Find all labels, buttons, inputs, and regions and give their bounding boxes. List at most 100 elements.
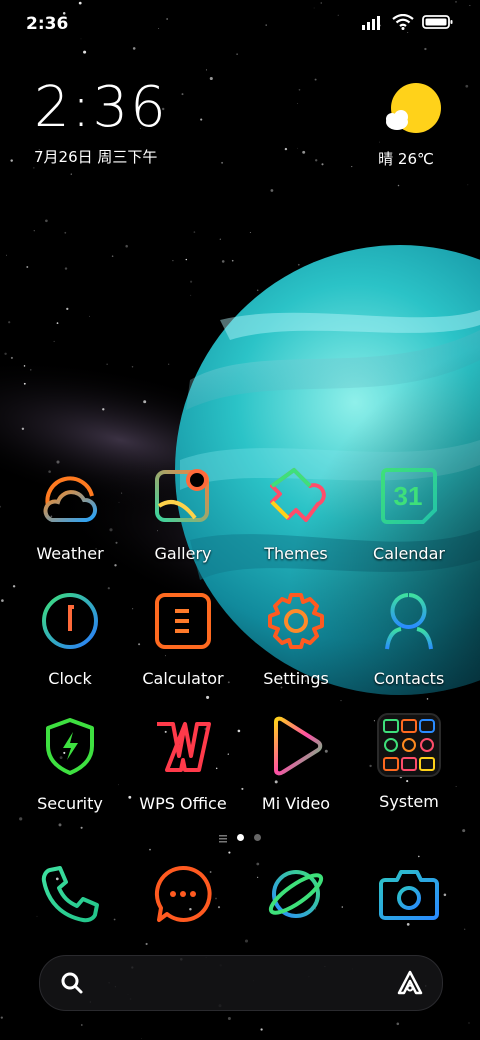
app-label: Security xyxy=(37,794,103,813)
assistant-icon[interactable] xyxy=(396,969,424,997)
star xyxy=(45,219,48,223)
star xyxy=(314,78,317,81)
star xyxy=(113,918,116,921)
star xyxy=(190,280,193,283)
calculator-icon xyxy=(155,593,211,649)
star xyxy=(228,851,231,854)
star xyxy=(66,307,69,311)
star xyxy=(8,321,11,324)
settings-icon xyxy=(268,593,324,649)
star xyxy=(351,166,353,168)
star xyxy=(131,366,134,368)
svg-text:31: 31 xyxy=(394,481,423,511)
star xyxy=(64,231,67,234)
status-bar: 2:36 xyxy=(0,0,480,50)
star xyxy=(102,408,105,411)
star xyxy=(21,427,25,430)
app-weather[interactable]: Weather xyxy=(14,466,126,563)
star xyxy=(244,939,249,943)
security-icon xyxy=(46,718,94,775)
widget-date: 7月26日 周三下午 xyxy=(34,148,158,166)
star xyxy=(145,942,148,946)
clock-icon xyxy=(42,593,98,649)
app-clock[interactable]: Clock xyxy=(14,591,126,688)
star xyxy=(321,163,324,166)
app-themes[interactable]: Themes xyxy=(240,466,352,563)
star xyxy=(1,599,4,602)
app-calendar[interactable]: 31 Calendar xyxy=(353,466,465,563)
star xyxy=(70,173,72,175)
search-icon[interactable] xyxy=(60,971,84,995)
star xyxy=(217,906,221,909)
messages-icon[interactable] xyxy=(153,864,213,924)
star xyxy=(185,258,188,261)
app-label: Weather xyxy=(36,544,104,563)
star xyxy=(83,50,87,54)
app-label: Settings xyxy=(263,669,329,688)
star xyxy=(0,1016,3,1019)
star xyxy=(231,259,234,262)
star xyxy=(58,823,62,827)
app-wps-office[interactable]: WPS Office xyxy=(127,716,239,813)
app-mi-video[interactable]: Mi Video xyxy=(240,716,352,813)
star xyxy=(397,184,400,187)
star xyxy=(56,460,60,464)
page-dot-active[interactable] xyxy=(237,834,244,841)
star xyxy=(36,915,38,917)
star xyxy=(236,53,238,55)
star xyxy=(468,1022,470,1024)
app-gallery[interactable]: Gallery xyxy=(127,466,239,563)
star xyxy=(80,1024,83,1026)
app-label: Themes xyxy=(264,544,328,563)
star xyxy=(19,817,23,821)
star xyxy=(12,585,16,588)
star xyxy=(0,505,1,508)
star xyxy=(114,564,117,567)
star xyxy=(256,862,260,866)
star xyxy=(221,161,224,164)
weather-widget[interactable]: 晴 26℃ xyxy=(378,82,444,169)
star xyxy=(341,906,344,908)
star xyxy=(443,893,447,897)
star xyxy=(53,340,55,342)
wifi-icon xyxy=(392,14,414,30)
star xyxy=(33,167,35,169)
star xyxy=(296,102,298,104)
star xyxy=(206,695,210,699)
star xyxy=(190,294,192,296)
star xyxy=(181,93,184,96)
star xyxy=(172,259,174,262)
app-calculator[interactable]: Calculator xyxy=(127,591,239,688)
browser-icon[interactable] xyxy=(266,864,326,924)
gallery-icon xyxy=(155,469,209,522)
app-contacts[interactable]: Contacts xyxy=(353,591,465,688)
signal-icon xyxy=(362,16,380,30)
star xyxy=(396,1022,400,1026)
star xyxy=(193,231,196,233)
app-settings[interactable]: Settings xyxy=(240,591,352,688)
star xyxy=(297,147,298,149)
star xyxy=(464,928,466,930)
search-bar[interactable] xyxy=(39,955,443,1011)
star xyxy=(149,848,151,851)
app-label: Calculator xyxy=(142,669,224,688)
phone-icon[interactable] xyxy=(40,864,100,924)
star xyxy=(140,1038,142,1039)
app-system-folder[interactable]: System xyxy=(353,713,465,811)
app-security[interactable]: Security xyxy=(14,716,126,813)
sunny-cloud-icon xyxy=(386,83,441,133)
star xyxy=(249,232,251,233)
star xyxy=(106,363,108,365)
page-dot[interactable] xyxy=(254,834,261,841)
star xyxy=(221,260,225,263)
camera-icon[interactable] xyxy=(379,864,439,924)
star xyxy=(378,141,381,143)
star xyxy=(205,69,207,71)
system-folder-icon xyxy=(377,713,441,777)
widget-time: 2:36 xyxy=(34,75,168,140)
clock-widget[interactable]: 2:36 7月26日 周三下午 xyxy=(34,76,168,167)
app-label: Gallery xyxy=(154,544,212,563)
calendar-icon: 31 xyxy=(381,468,437,524)
star xyxy=(23,382,26,385)
mi-video-icon xyxy=(274,716,323,776)
